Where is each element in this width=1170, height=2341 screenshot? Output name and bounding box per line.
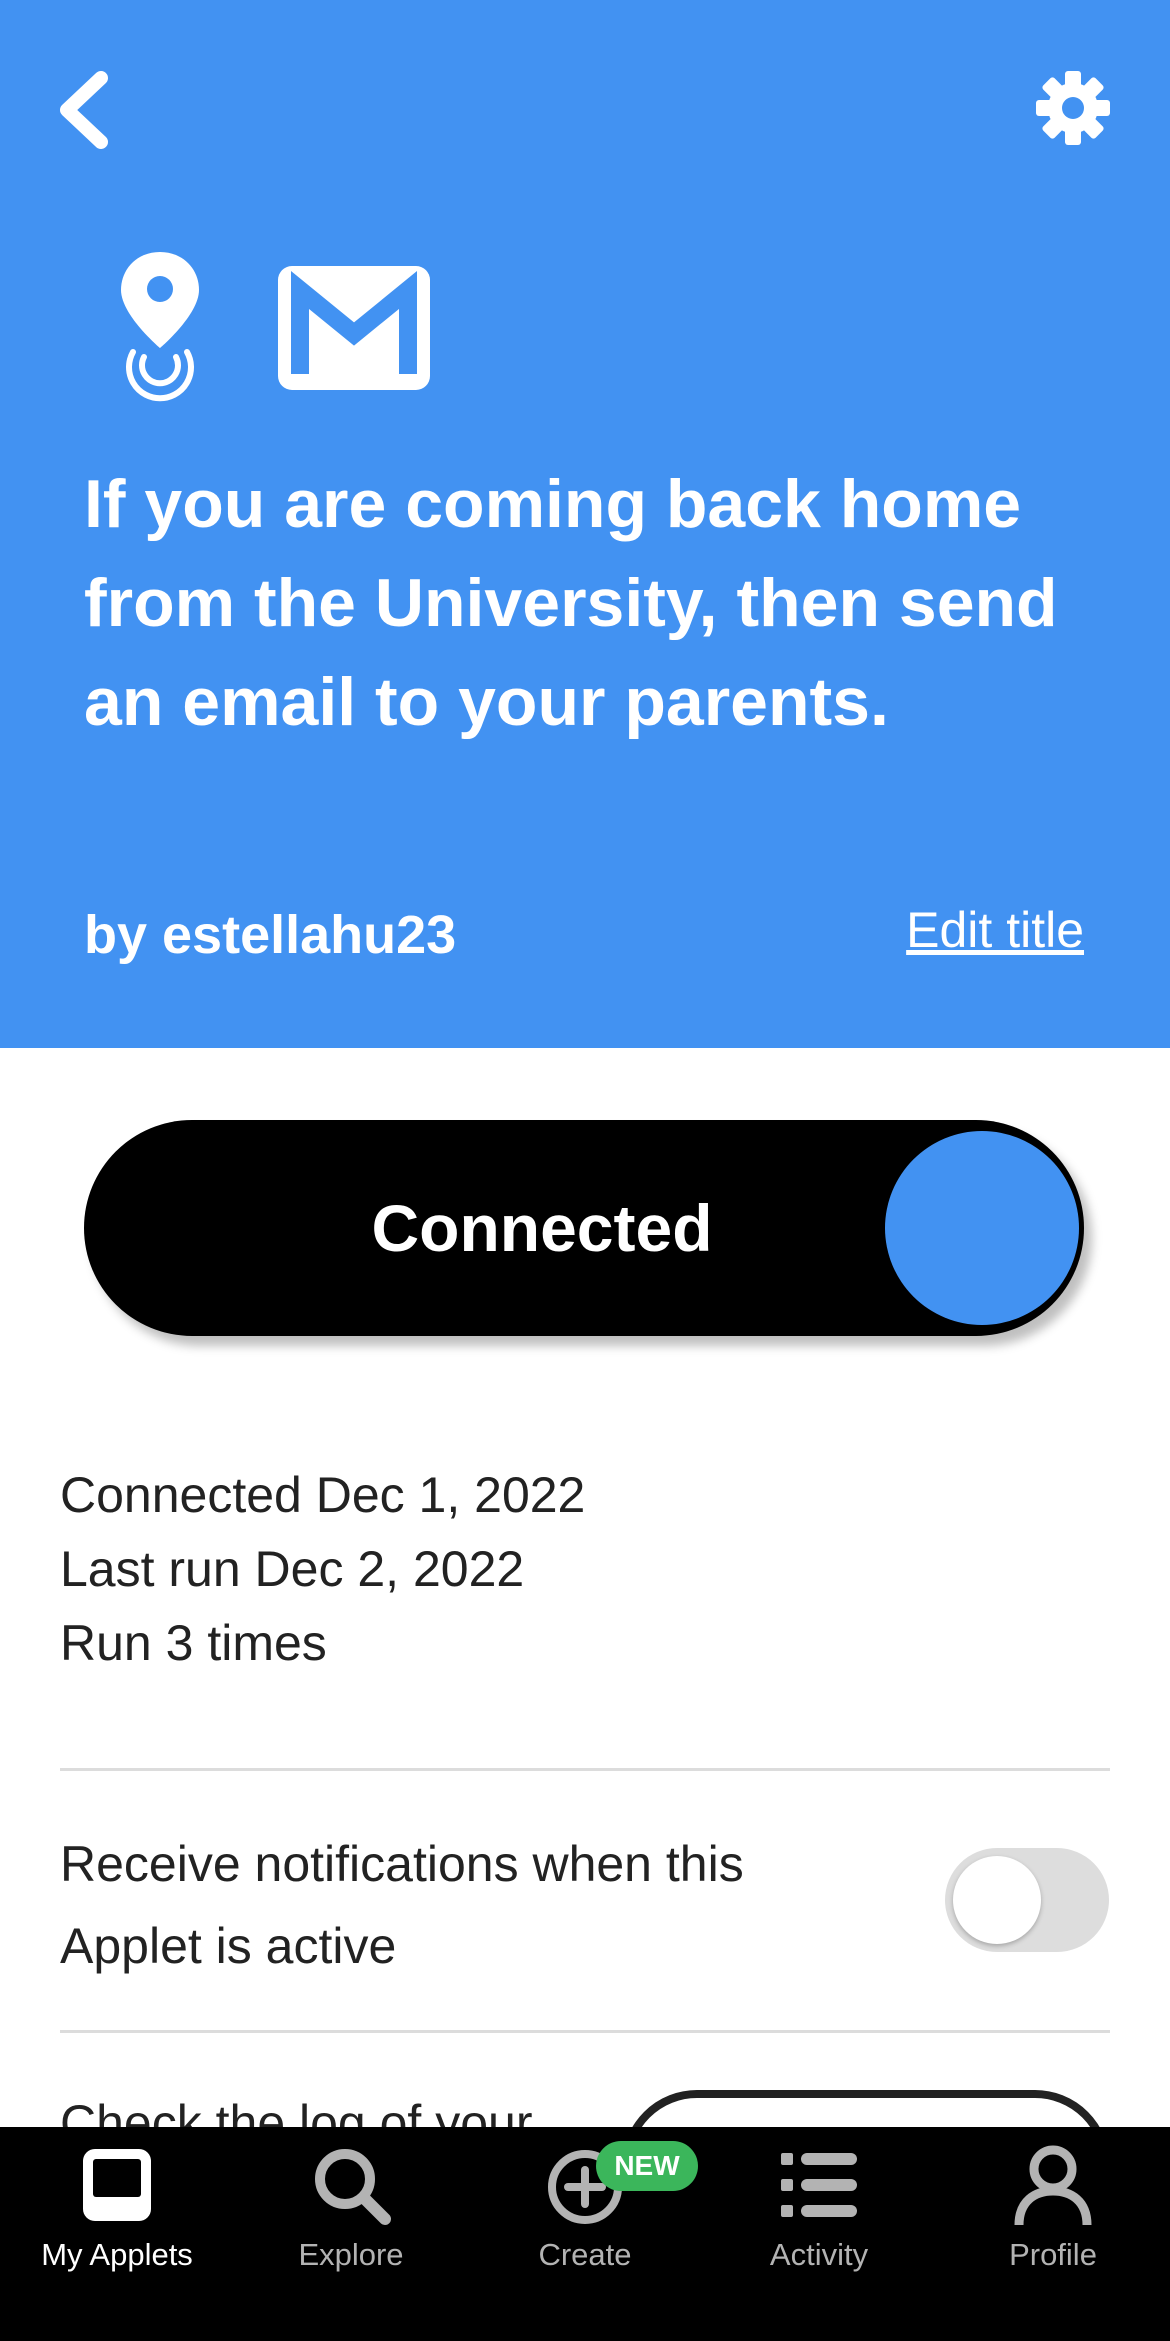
divider bbox=[60, 1768, 1110, 1771]
last-run-date: Last run Dec 2, 2022 bbox=[60, 1541, 525, 1597]
applet-title: If you are coming back home from the Uni… bbox=[84, 466, 1058, 740]
connected-label: Connected bbox=[371, 1191, 713, 1265]
location-pin-icon bbox=[121, 252, 199, 402]
divider bbox=[60, 2030, 1110, 2033]
tab-activity[interactable]: Activity bbox=[702, 2127, 936, 2341]
my-applets-icon bbox=[83, 2149, 151, 2221]
edit-title-link[interactable]: Edit title bbox=[906, 895, 1084, 965]
tab-profile[interactable]: Profile bbox=[936, 2127, 1170, 2341]
toggle-knob bbox=[885, 1131, 1079, 1325]
new-badge: NEW bbox=[596, 2141, 698, 2191]
back-button[interactable] bbox=[55, 70, 115, 150]
bottom-tab-bar: My Applets Explore NEW Create Activity P… bbox=[0, 2127, 1170, 2341]
author-label: by estellahu23 bbox=[84, 905, 457, 965]
switch-knob bbox=[953, 1856, 1041, 1944]
notifications-switch[interactable] bbox=[945, 1848, 1109, 1952]
applet-stats: Connected Dec 1, 2022 Last run Dec 2, 20… bbox=[60, 1458, 585, 1680]
chevron-left-icon bbox=[60, 71, 108, 149]
list-icon bbox=[781, 2153, 857, 2217]
tab-label: Activity bbox=[769, 2237, 869, 2272]
gear-icon bbox=[1036, 71, 1110, 145]
person-icon bbox=[1014, 2145, 1092, 2226]
run-count: Run 3 times bbox=[60, 1615, 327, 1671]
connected-toggle[interactable]: Connected bbox=[84, 1120, 1084, 1336]
tab-label: Create bbox=[538, 2237, 632, 2272]
gmail-icon bbox=[278, 266, 430, 390]
tab-label: My Applets bbox=[41, 2237, 193, 2272]
tab-label: Explore bbox=[298, 2237, 404, 2272]
search-icon bbox=[315, 2149, 391, 2225]
settings-button[interactable] bbox=[1035, 70, 1111, 146]
tab-label: Profile bbox=[1009, 2237, 1097, 2272]
tab-my-applets[interactable]: My Applets bbox=[0, 2127, 234, 2341]
notifications-label: Receive notifications when this Applet i… bbox=[60, 1836, 744, 1974]
tab-create[interactable]: NEW Create bbox=[468, 2127, 702, 2341]
tab-explore[interactable]: Explore bbox=[234, 2127, 468, 2341]
applet-header: If you are coming back home from the Uni… bbox=[0, 0, 1170, 1048]
connected-date: Connected Dec 1, 2022 bbox=[60, 1467, 586, 1523]
